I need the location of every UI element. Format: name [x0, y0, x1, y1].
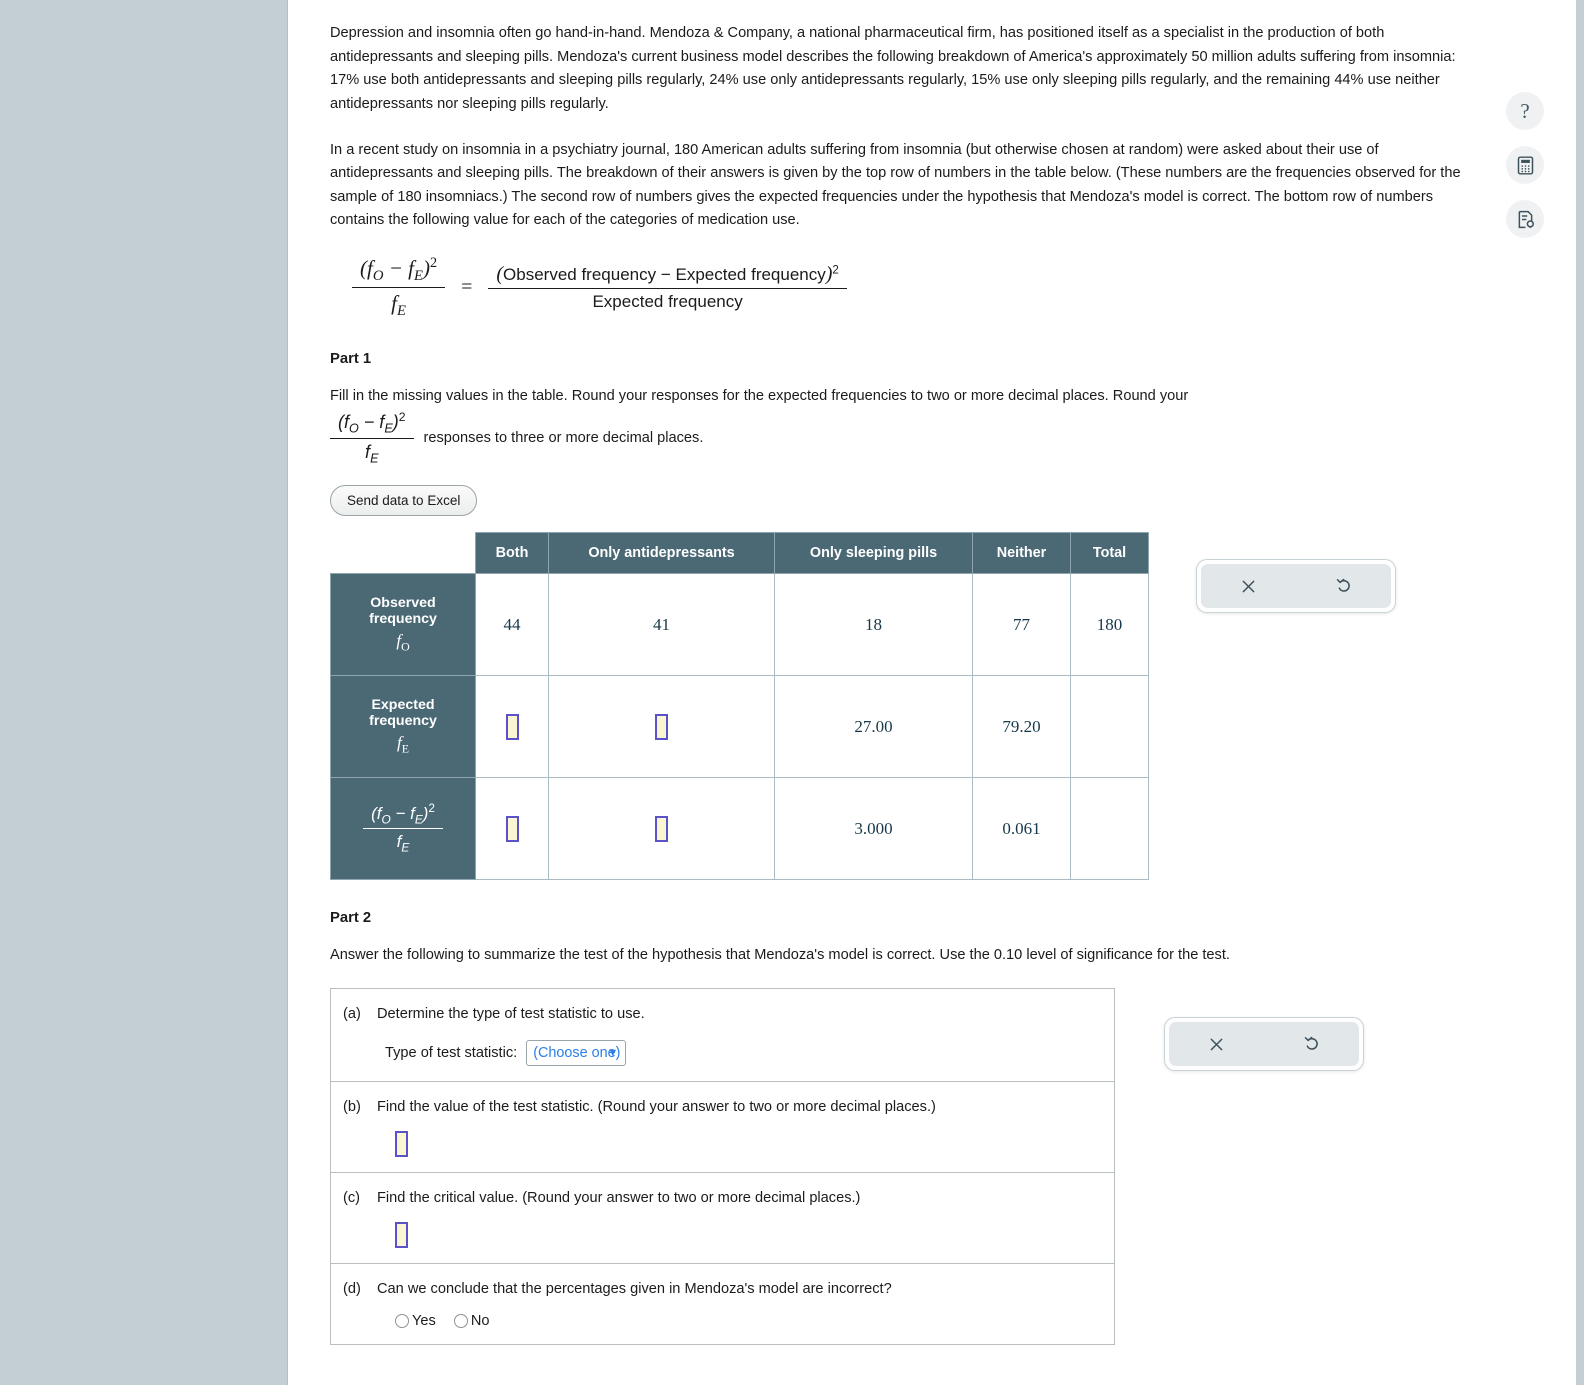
- part-2-heading: Part 2: [330, 910, 372, 927]
- question-d-label: (d): [343, 1280, 361, 1297]
- cell-chi-neither: 0.061: [972, 777, 1071, 881]
- help-icon[interactable]: ?: [1506, 92, 1544, 130]
- input-expected-only-antidepressants[interactable]: [655, 713, 668, 740]
- cell-chi-only-antidepressants: [548, 777, 775, 881]
- right-gutter-panel: [1576, 0, 1584, 1385]
- test-statistic-select[interactable]: (Choose one): [526, 1039, 627, 1066]
- inline-chi-term: (fO − fE)2 fE: [330, 410, 414, 465]
- input-critical-value[interactable]: [395, 1221, 408, 1248]
- question-a-label: (a): [343, 1005, 361, 1022]
- part2-control-panel: [1164, 1017, 1364, 1071]
- question-b-text: Find the value of the test statistic. (R…: [377, 1098, 936, 1115]
- calculator-icon[interactable]: [1506, 146, 1544, 184]
- question-c: (c) Find the critical value. (Round your…: [331, 1173, 1114, 1264]
- test-statistic-label: Type of test statistic:: [385, 1044, 518, 1061]
- question-page: ? Depression and insomnia often go hand-…: [288, 0, 1576, 1385]
- part-1-instruction-tail: responses to three or more decimal place…: [423, 429, 704, 446]
- row-header-line-1: Expected: [371, 697, 435, 714]
- question-b-label: (b): [343, 1098, 361, 1115]
- radio-label-yes: Yes: [412, 1312, 436, 1329]
- part-1-instruction-line-2: (fO − fE)2 fE responses to three or more…: [330, 410, 1476, 465]
- question-a-text: Determine the type of test statistic to …: [377, 1005, 645, 1022]
- table-control-panel: [1196, 559, 1396, 613]
- row-header-line-1: Observed: [370, 595, 436, 612]
- table-corner-cell: [331, 533, 476, 574]
- cell-chi-only-sleeping-pills: 3.000: [774, 777, 973, 881]
- part-1-instruction-line-1: Fill in the missing values in the table.…: [330, 387, 1189, 404]
- table-header-row: Both Only antidepressants Only sleeping …: [331, 532, 1149, 575]
- cell-chi-both: [475, 777, 549, 881]
- column-header-neither: Neither: [972, 532, 1071, 575]
- radio-circle-yes[interactable]: [395, 1313, 409, 1328]
- input-test-statistic-value[interactable]: [395, 1130, 408, 1157]
- cell-expected-only-antidepressants: [548, 675, 775, 779]
- part-2-question-box: (a) Determine the type of test statistic…: [330, 987, 1115, 1345]
- column-header-both: Both: [475, 532, 549, 575]
- question-c-text: Find the critical value. (Round your ans…: [377, 1189, 861, 1206]
- radio-circle-no[interactable]: [453, 1313, 468, 1328]
- input-chi-both[interactable]: [505, 815, 519, 842]
- input-chi-only-antidepressants[interactable]: [655, 815, 668, 842]
- cell-chi-total: [1070, 777, 1149, 881]
- question-b-answer-row: [395, 1130, 1096, 1157]
- row-header-observed-frequency: Observed frequency fO: [330, 573, 476, 677]
- radio-label-no: No: [470, 1312, 490, 1329]
- column-header-only-antidepressants: Only antidepressants: [548, 532, 775, 575]
- test-statistic-select-wrapper: (Choose one) ▼: [526, 1039, 627, 1066]
- frequency-table: Both Only antidepressants Only sleeping …: [330, 532, 1149, 881]
- intro-paragraph-2: In a recent study on insomnia in a psych…: [330, 141, 1461, 229]
- cell-observed-total: 180: [1070, 573, 1149, 677]
- hint-icon[interactable]: [1506, 200, 1544, 238]
- table-row-chi-square-term: (fO − fE)2 fE 3.000 0.061: [330, 777, 1149, 881]
- radio-option-yes[interactable]: Yes: [395, 1313, 436, 1329]
- cell-expected-only-sleeping-pills: 27.00: [774, 675, 973, 779]
- cell-observed-both: 44: [475, 573, 549, 677]
- formula-rhs: (Observed frequency − Expected frequency…: [488, 263, 847, 312]
- row-header-line-2: frequency: [369, 713, 437, 730]
- table-row-expected-frequency: Expected frequency fE 27.00 79.20: [330, 675, 1149, 779]
- row-header-chi-formula: (fO − fE)2 fE: [363, 803, 443, 855]
- part-1-heading: Part 1: [330, 350, 372, 367]
- tool-icon-column: ?: [1506, 92, 1544, 238]
- cell-observed-only-antidepressants: 41: [548, 573, 775, 677]
- formula-equals: =: [461, 276, 473, 299]
- part-2-instruction: Answer the following to summarize the te…: [330, 947, 1230, 964]
- chi-square-term-formula: (fO − fE)2 fE = (Observed frequency − Ex…: [330, 255, 1476, 320]
- input-expected-both[interactable]: [505, 713, 519, 740]
- column-header-only-sleeping-pills: Only sleeping pills: [774, 532, 973, 575]
- question-b: (b) Find the value of the test statistic…: [331, 1082, 1114, 1173]
- row-header-symbol-fe: fE: [397, 733, 409, 756]
- clear-table-button[interactable]: [1201, 564, 1296, 608]
- undo-table-button[interactable]: [1296, 564, 1391, 608]
- send-data-to-excel-button[interactable]: Send data to Excel: [330, 485, 478, 517]
- question-d-text: Can we conclude that the percentages giv…: [377, 1280, 892, 1297]
- question-c-label: (c): [343, 1189, 361, 1206]
- cell-observed-only-sleeping-pills: 18: [774, 573, 973, 677]
- left-gutter-panel: [0, 0, 287, 1385]
- row-header-line-2: frequency: [369, 611, 437, 628]
- undo-part2-button[interactable]: [1264, 1022, 1359, 1066]
- question-a: (a) Determine the type of test statistic…: [331, 989, 1114, 1082]
- row-header-symbol-fo: fO: [396, 631, 410, 654]
- table-row-observed-frequency: Observed frequency fO 44 41 18 77 180: [330, 573, 1149, 677]
- question-d: (d) Can we conclude that the percentages…: [331, 1264, 1114, 1344]
- cell-observed-neither: 77: [972, 573, 1071, 677]
- column-header-total: Total: [1070, 532, 1149, 575]
- clear-part2-button[interactable]: [1169, 1022, 1264, 1066]
- question-c-answer-row: [395, 1221, 1096, 1248]
- row-header-expected-frequency: Expected frequency fE: [330, 675, 476, 779]
- cell-expected-both: [475, 675, 549, 779]
- cell-expected-neither: 79.20: [972, 675, 1071, 779]
- row-header-chi-square-term: (fO − fE)2 fE: [330, 777, 476, 881]
- formula-lhs: (fO − fE)2 fE: [352, 255, 446, 320]
- intro-paragraph-1: Depression and insomnia often go hand-in…: [330, 25, 1456, 112]
- question-d-radio-group: Yes No: [395, 1313, 1096, 1329]
- cell-expected-total: [1070, 675, 1149, 779]
- radio-option-no[interactable]: No: [453, 1312, 490, 1329]
